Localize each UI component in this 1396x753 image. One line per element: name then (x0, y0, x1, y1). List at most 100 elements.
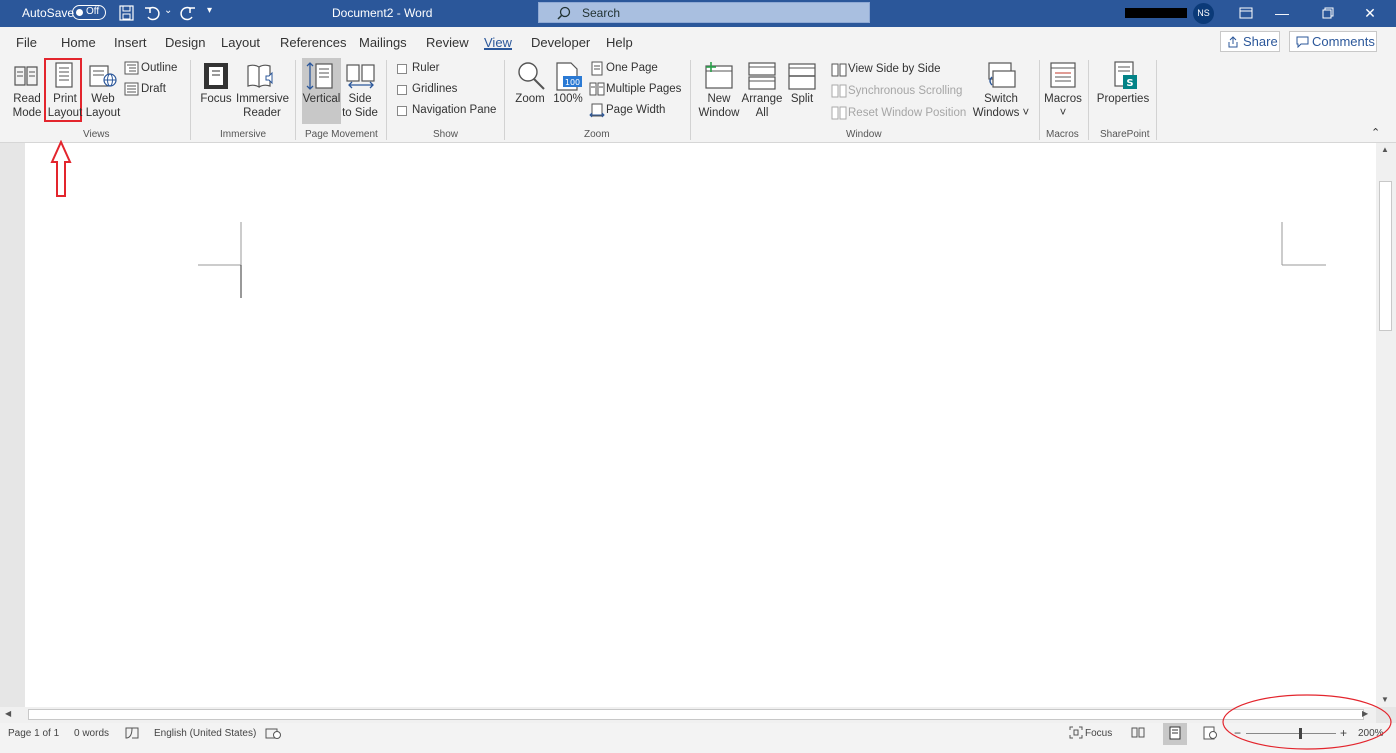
annotation-arrow-icon (50, 140, 72, 197)
split-button[interactable]: Split (784, 92, 820, 106)
language-status[interactable]: English (United States) (154, 728, 256, 739)
properties-button[interactable]: Properties (1096, 92, 1150, 106)
avatar[interactable]: NS (1193, 3, 1214, 24)
save-icon[interactable] (119, 5, 134, 21)
vertical-scroll-thumb[interactable] (1379, 181, 1392, 331)
read-mode-icon[interactable] (13, 63, 41, 89)
side-to-side-button[interactable]: Side to Side (341, 92, 379, 120)
web-layout-icon[interactable] (89, 63, 119, 91)
multiple-pages-button[interactable]: Multiple Pages (606, 83, 681, 95)
share-button[interactable]: Share (1220, 31, 1280, 52)
horizontal-scrollbar[interactable]: ◀ (0, 707, 1376, 723)
focus-icon[interactable] (203, 62, 229, 90)
zoom-icon[interactable] (516, 61, 546, 91)
outline-icon[interactable] (124, 61, 139, 75)
new-window-button[interactable]: New Window (695, 92, 743, 120)
print-layout-icon[interactable] (54, 62, 74, 90)
vertical-scrollbar[interactable]: ▲ ▼ (1376, 143, 1396, 707)
undo-icon[interactable] (144, 5, 162, 21)
zoom-100-button[interactable]: 100% (550, 92, 586, 106)
document-title: Document2 - Word (332, 6, 433, 20)
restore-icon[interactable] (1308, 0, 1348, 27)
outline-button[interactable]: Outline (141, 62, 177, 74)
ribbon-tabs: File Home Insert Design Layout Reference… (0, 27, 1396, 55)
tab-insert[interactable]: Insert (114, 35, 147, 50)
immersive-reader-button[interactable]: Immersive Reader (236, 92, 289, 120)
one-page-button[interactable]: One Page (606, 62, 658, 74)
vertical-button[interactable]: Vertical (302, 92, 341, 106)
switch-windows-label-1: Switch (984, 93, 1018, 105)
document-page[interactable] (25, 143, 1376, 707)
tab-mailings[interactable]: Mailings (359, 35, 407, 50)
page-width-icon[interactable] (589, 103, 605, 118)
view-side-by-side-button[interactable]: View Side by Side (848, 63, 940, 75)
ribbon-display-icon[interactable] (1226, 0, 1266, 27)
multiple-pages-icon[interactable] (589, 82, 605, 96)
web-layout-label-2: Layout (85, 107, 121, 119)
close-icon[interactable]: ✕ (1350, 0, 1390, 27)
macros-button[interactable]: Macros ˅ (1042, 92, 1084, 120)
read-mode-label-1: Read (13, 93, 41, 105)
switch-windows-button[interactable]: Switch Windows ˅ (970, 92, 1032, 120)
word-count[interactable]: 0 words (74, 728, 109, 739)
split-icon[interactable] (788, 63, 816, 90)
search-box[interactable]: Search (538, 2, 870, 23)
one-page-icon[interactable] (590, 61, 604, 76)
web-layout-view-icon[interactable] (1203, 726, 1217, 740)
read-mode-button[interactable]: Read Mode (8, 92, 46, 120)
web-layout-button[interactable]: Web Layout (84, 92, 122, 120)
switch-windows-label-2: Windows (972, 107, 1020, 119)
macros-dropdown-icon: ˅ (1059, 107, 1067, 119)
tab-references[interactable]: References (280, 35, 346, 50)
tab-developer[interactable]: Developer (531, 35, 590, 50)
tab-review[interactable]: Review (426, 35, 469, 50)
gridlines-label: Gridlines (412, 83, 458, 95)
redo-icon[interactable] (178, 5, 196, 21)
page-movement-group-label: Page Movement (305, 129, 378, 140)
customize-toolbar-icon[interactable]: ▾ (207, 5, 212, 16)
focus-mode-label[interactable]: Focus (1085, 728, 1112, 739)
autosave-toggle[interactable]: Off (72, 5, 106, 20)
zoom-100-icon[interactable]: 100 (555, 62, 583, 92)
sharepoint-group-label: SharePoint (1100, 129, 1150, 140)
focus-button[interactable]: Focus (198, 92, 234, 106)
macros-icon[interactable] (1049, 61, 1077, 91)
ruler-checkbox[interactable] (397, 64, 407, 74)
accessibility-icon[interactable] (265, 726, 281, 740)
arrange-all-button[interactable]: Arrange All (740, 92, 784, 120)
view-side-by-side-icon[interactable] (831, 63, 847, 77)
new-window-icon[interactable] (703, 61, 735, 91)
collapse-ribbon-icon[interactable]: ⌃ (1371, 126, 1380, 139)
tab-home[interactable]: Home (61, 35, 96, 50)
page-width-button[interactable]: Page Width (606, 104, 665, 116)
print-layout-view-selected[interactable] (1163, 723, 1187, 745)
tab-design[interactable]: Design (165, 35, 205, 50)
draft-button[interactable]: Draft (141, 83, 166, 95)
new-window-label-2: Window (698, 107, 740, 119)
gridlines-checkbox[interactable] (397, 85, 407, 95)
read-mode-view-icon[interactable] (1131, 726, 1145, 739)
scroll-left-icon[interactable]: ◀ (5, 709, 11, 718)
zoom-button[interactable]: Zoom (510, 92, 550, 106)
page-count[interactable]: Page 1 of 1 (8, 728, 59, 739)
proofing-icon[interactable] (124, 726, 140, 740)
arrange-all-icon[interactable] (748, 62, 776, 90)
properties-icon[interactable]: S (1112, 61, 1140, 91)
comments-button[interactable]: Comments (1289, 31, 1377, 52)
tab-file[interactable]: File (16, 35, 37, 50)
annotation-ellipse-icon (1222, 694, 1392, 750)
navigation-pane-checkbox[interactable] (397, 106, 407, 116)
horizontal-scroll-thumb[interactable] (28, 709, 1364, 720)
tab-layout[interactable]: Layout (221, 35, 260, 50)
draft-icon[interactable] (124, 82, 139, 96)
focus-mode-icon[interactable] (1069, 726, 1083, 739)
scroll-up-icon[interactable]: ▲ (1381, 145, 1389, 154)
side-to-side-icon[interactable] (345, 63, 377, 91)
immersive-reader-icon[interactable] (246, 62, 276, 90)
undo-dropdown-icon[interactable]: ⌄ (164, 5, 172, 16)
vertical-icon[interactable] (306, 61, 336, 91)
tab-help[interactable]: Help (606, 35, 633, 50)
switch-windows-icon[interactable] (986, 61, 1016, 91)
print-layout-button[interactable]: Print Layout (46, 92, 84, 120)
minimize-icon[interactable]: — (1262, 0, 1302, 27)
